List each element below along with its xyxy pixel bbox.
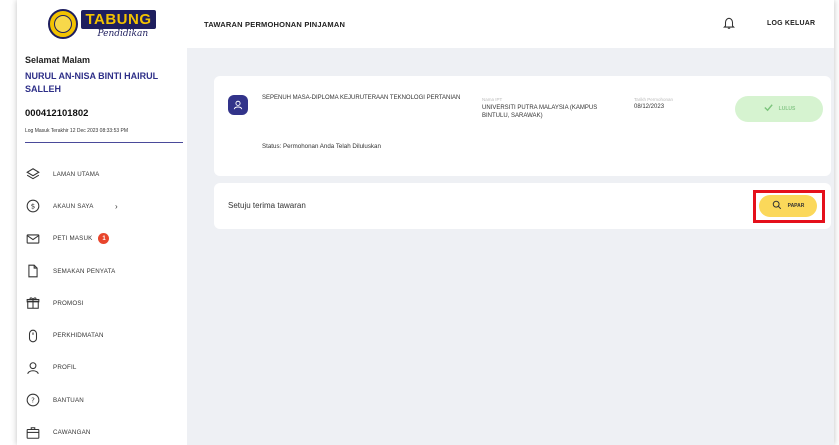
building-icon — [25, 425, 41, 441]
check-icon — [763, 100, 774, 118]
search-icon — [772, 197, 782, 215]
offer-card: Setuju terima tawaran PAPAR — [214, 183, 831, 229]
layers-icon — [25, 166, 41, 182]
top-bar: TAWARAN PERMOHONAN PINJAMAN LOG KELUAR — [187, 0, 834, 48]
sidebar-item-label: PROMOSI — [53, 299, 84, 307]
sidebar-item-semakan-penyata[interactable]: SEMAKAN PENYATA — [25, 255, 183, 287]
user-name: NURUL AN-NISA BINTI HAIRUL SALLEH — [25, 71, 158, 94]
sidebar-item-label: CAWANGAN — [53, 429, 91, 437]
institution-label: Nama IPT — [482, 97, 503, 102]
sidebar-item-laman-utama[interactable]: LAMAN UTAMA — [25, 158, 183, 190]
app-window: TABUNG Pendidikan Selamat Malam NURUL AN… — [17, 0, 834, 445]
status-badge: LULUS — [735, 96, 823, 122]
status-badge-label: LULUS — [778, 106, 796, 112]
sidebar: TABUNG Pendidikan Selamat Malam NURUL AN… — [17, 0, 187, 445]
view-button[interactable]: PAPAR — [759, 195, 817, 217]
last-login: Log Masuk Terakhir 12 Dec 2023 08:33:53 … — [25, 128, 129, 134]
svg-text:$: $ — [31, 203, 35, 211]
sidebar-menu: LAMAN UTAMA $ AKAUN SAYA › PETI MASUK 1 — [25, 158, 183, 445]
brand-logo[interactable]: TABUNG Pendidikan — [17, 0, 187, 48]
sidebar-item-label: PETI MASUK — [53, 235, 93, 243]
sidebar-item-label: PROFIL — [53, 364, 77, 372]
logo-main-text: TABUNG — [81, 9, 156, 29]
mail-icon — [25, 231, 41, 247]
user-id: 000412101802 — [25, 108, 89, 119]
application-card: SEPENUH MASA-DIPLOMA KEJURUTERAAN TEKNOL… — [214, 76, 831, 176]
sidebar-item-label: LAMAN UTAMA — [53, 170, 100, 178]
institution-name: UNIVERSITI PUTRA MALAYSIA (KAMPUS BINTUL… — [482, 105, 598, 119]
sidebar-item-cawangan[interactable]: CAWANGAN — [25, 416, 183, 445]
help-circle-icon: ? — [25, 392, 41, 408]
sidebar-item-promosi[interactable]: PROMOSI — [25, 287, 183, 319]
sidebar-item-akaun-saya[interactable]: $ AKAUN SAYA › — [25, 190, 183, 222]
dollar-circle-icon: $ — [25, 198, 41, 214]
offer-text: Setuju terima tawaran — [228, 201, 306, 210]
sidebar-item-perkhidmatan[interactable]: PERKHIDMATAN — [25, 319, 183, 351]
page-title: TAWARAN PERMOHONAN PINJAMAN — [204, 20, 346, 29]
svg-text:?: ? — [31, 397, 35, 405]
main-content: SEPENUH MASA-DIPLOMA KEJURUTERAAN TEKNOL… — [187, 48, 834, 445]
sidebar-item-label: PERKHIDMATAN — [53, 332, 104, 340]
bell-icon[interactable] — [722, 16, 736, 30]
sidebar-item-profil[interactable]: PROFIL — [25, 352, 183, 384]
sidebar-item-label: BANTUAN — [53, 396, 84, 404]
user-icon — [25, 360, 41, 376]
sidebar-item-label: AKAUN SAYA — [53, 202, 94, 210]
sidebar-divider — [25, 142, 183, 143]
unread-badge: 1 — [98, 233, 110, 245]
application-status-text: Status: Permohonan Anda Telah Diluluskan — [262, 143, 381, 150]
logout-link[interactable]: LOG KELUAR — [767, 20, 815, 27]
logo-seal-icon — [48, 9, 79, 39]
gift-icon — [25, 295, 41, 311]
greeting: Selamat Malam — [25, 55, 91, 65]
course-name: SEPENUH MASA-DIPLOMA KEJURUTERAAN TEKNOL… — [262, 95, 461, 101]
chevron-right-icon: › — [115, 202, 118, 212]
sidebar-item-bantuan[interactable]: ? BANTUAN — [25, 384, 183, 416]
mouse-icon — [25, 328, 41, 344]
logo-sub-text: Pendidikan — [97, 28, 149, 39]
view-button-label: PAPAR — [787, 203, 805, 209]
application-date-label: Tarikh Permohonan — [634, 97, 674, 102]
document-icon — [25, 263, 41, 279]
sidebar-item-label: SEMAKAN PENYATA — [53, 267, 116, 275]
application-date: 08/12/2023 — [634, 104, 665, 110]
sidebar-item-peti-masuk[interactable]: PETI MASUK 1 — [25, 223, 183, 255]
user-avatar-icon — [228, 95, 248, 115]
